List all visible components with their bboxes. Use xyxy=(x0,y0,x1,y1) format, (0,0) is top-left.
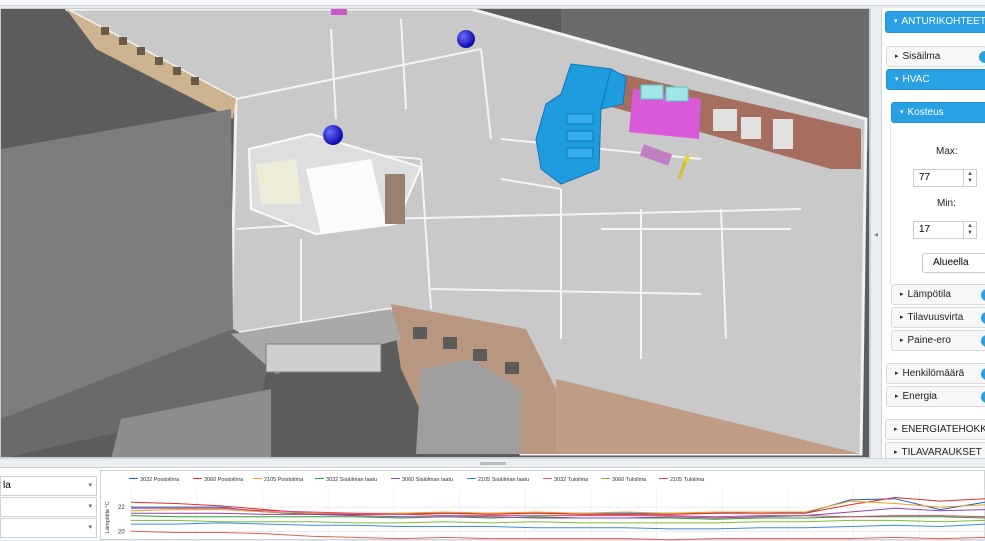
y-tick-label: 20 xyxy=(118,529,125,535)
accordion-energia-label: Energia xyxy=(902,391,937,402)
accordion-tilavuusvirta[interactable]: ▸ Tilavuusvirta xyxy=(891,307,985,328)
caret-right-icon: ▸ xyxy=(900,314,904,321)
vertical-splitter[interactable]: ◂ xyxy=(870,8,882,458)
toggle-indicator[interactable] xyxy=(979,51,985,63)
stepper-arrows-icon[interactable]: ▲ ▼ xyxy=(963,170,976,186)
accordion-energiatehokkuus[interactable]: ▸ENERGIATEHOKKUUS xyxy=(885,419,985,440)
series-select-1-value: la xyxy=(3,480,11,491)
caret-right-icon: ▸ xyxy=(900,291,904,298)
caret-right-icon: ▸ xyxy=(894,449,898,456)
scope-dropdown[interactable]: Alueella▾ xyxy=(922,253,985,273)
max-input[interactable]: 77 ▲ ▼ xyxy=(913,169,977,187)
bottom-chart-area: la ▾ ▾ ▾ 3032 Poistoilma 3060 Poistoilma 21… xyxy=(0,468,985,541)
accordion-energia[interactable]: ▸ Energia xyxy=(886,386,985,407)
accordion-hvac[interactable]: ▾ HVAC xyxy=(886,69,985,90)
accordion-tilavuusvirta-label: Tilavuusvirta xyxy=(907,312,964,323)
accordion-paine-ero-label: Paine-ero xyxy=(907,335,951,346)
toggle-indicator[interactable] xyxy=(981,312,985,324)
caret-right-icon: ▸ xyxy=(895,370,899,377)
accordion-kosteus-label: Kosteus xyxy=(907,107,944,118)
building-3d-model[interactable] xyxy=(1,9,870,458)
caret-down-icon: ▾ xyxy=(894,18,898,25)
caret-right-icon: ▸ xyxy=(895,393,899,400)
accordion-lampotila-label: Lämpötila xyxy=(907,289,951,300)
max-label: Max: xyxy=(936,146,958,157)
accordion-henkilomaara-label: Henkilömäärä xyxy=(902,368,965,379)
series-line xyxy=(131,522,985,530)
series-select-3[interactable]: ▾ xyxy=(0,518,97,538)
accordion-paine-ero[interactable]: ▸ Paine-ero xyxy=(891,330,985,351)
y-axis-label: Lämpötila °C xyxy=(105,501,111,533)
caret-right-icon: ▸ xyxy=(900,337,904,344)
horizontal-splitter[interactable] xyxy=(0,458,985,468)
sensor-panel: ▾ ANTURIKOHTEET ▸ Sisäilma ▾ HVAC ▾ Kosteus … xyxy=(882,8,985,464)
caret-down-icon: ▾ xyxy=(88,503,92,510)
stepper-arrows-icon[interactable]: ▲ ▼ xyxy=(963,222,976,238)
min-input[interactable]: 17 ▲ ▼ xyxy=(913,221,977,239)
accordion-sisailma-label: Sisäilma xyxy=(902,51,941,62)
temperature-chart: 3032 Poistoilma 3060 Poistoilma 2105 Poist… xyxy=(100,470,985,541)
accordion-sisailma[interactable]: ▸ Sisäilma xyxy=(886,46,985,67)
toggle-indicator[interactable] xyxy=(981,368,985,380)
accordion-kosteus[interactable]: ▾ Kosteus xyxy=(891,102,985,123)
toggle-indicator[interactable] xyxy=(981,391,985,403)
sensor-marker[interactable] xyxy=(323,125,343,145)
caret-down-icon: ▾ xyxy=(88,524,92,531)
series-line xyxy=(130,530,985,541)
series-select-2[interactable]: ▾ xyxy=(0,497,97,517)
caret-down-icon: ▾ xyxy=(895,76,899,83)
toggle-indicator[interactable] xyxy=(981,289,985,301)
building-3d-viewport[interactable] xyxy=(0,8,870,458)
min-label: Min: xyxy=(937,198,956,209)
caret-down-icon: ▾ xyxy=(88,482,92,489)
accordion-anturikohteet-label: ANTURIKOHTEET xyxy=(901,16,985,27)
caret-down-icon: ▾ xyxy=(900,109,904,116)
accordion-lampotila[interactable]: ▸ Lämpötila xyxy=(891,284,985,305)
toggle-indicator[interactable] xyxy=(981,335,985,347)
series-select-1[interactable]: la ▾ xyxy=(0,476,97,496)
y-tick-label: 22 xyxy=(118,505,125,511)
window-top-bar xyxy=(0,0,985,6)
splitter-grip[interactable] xyxy=(480,462,506,465)
sensor-marker[interactable] xyxy=(457,30,475,48)
max-value: 77 xyxy=(919,172,931,183)
accordion-energiatehokkuus-label: ENERGIATEHOKKUUS xyxy=(901,424,985,435)
accordion-hvac-label: HVAC xyxy=(902,74,930,85)
caret-right-icon: ▸ xyxy=(894,426,898,433)
caret-right-icon: ▸ xyxy=(895,53,899,60)
series-line xyxy=(131,519,985,524)
accordion-tilavaraukset-label: TILAVARAUKSET xyxy=(901,447,982,458)
chart-plot: Lämpötila °C 22 20 xyxy=(105,489,985,541)
accordion-henkilomaara[interactable]: ▸ Henkilömäärä xyxy=(886,363,985,384)
accordion-anturikohteet[interactable]: ▾ ANTURIKOHTEET xyxy=(885,11,985,33)
scope-dropdown-value: Alueella xyxy=(933,257,969,268)
min-value: 17 xyxy=(919,224,931,235)
